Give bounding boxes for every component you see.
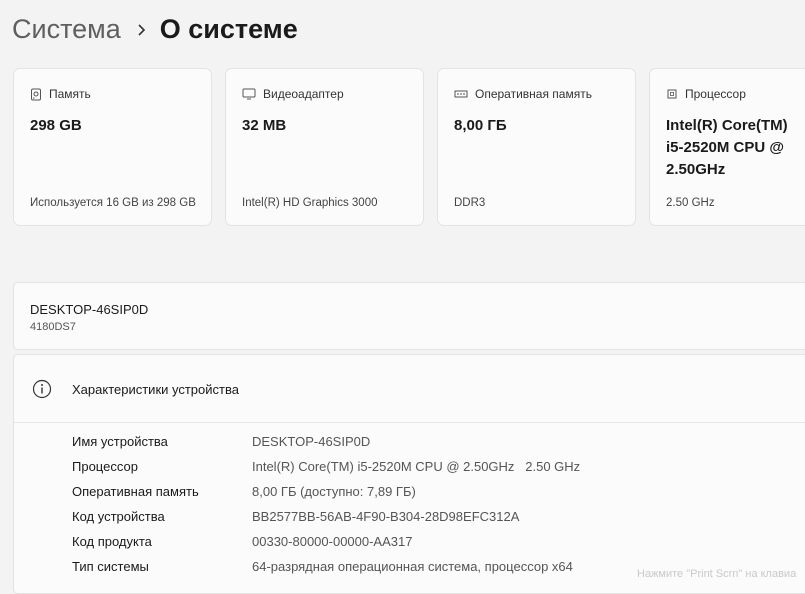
storage-card[interactable]: Память 298 GB Используется 16 GB из 298 …	[13, 68, 212, 226]
processor-card[interactable]: Процессор Intel(R) Core(TM) i5-2520M CPU…	[649, 68, 805, 226]
device-specifications-panel: Характеристики устройства Имя устройства…	[13, 354, 805, 594]
video-adapter-card-subtitle: Intel(R) HD Graphics 3000	[242, 197, 378, 209]
chevron-right-icon	[137, 23, 146, 37]
ram-card-subtitle: DDR3	[454, 197, 486, 209]
storage-icon	[31, 88, 41, 100]
breadcrumb-system-link[interactable]: Система	[12, 14, 121, 45]
spec-value[interactable]: BB2577BB-56AB-4F90-B304-28D98EFC312A	[252, 509, 519, 524]
spec-label: Код устройства	[72, 509, 165, 524]
monitor-icon	[242, 88, 256, 100]
storage-card-value: 298 GB	[30, 117, 82, 134]
ram-card-title: Оперативная память	[475, 87, 592, 101]
processor-card-subtitle: 2.50 GHz	[666, 197, 715, 209]
spec-label: Код продукта	[72, 534, 152, 549]
info-icon	[32, 379, 52, 399]
spec-label: Имя устройства	[72, 434, 168, 449]
device-specifications-header[interactable]: Характеристики устройства	[14, 355, 805, 423]
ram-icon	[454, 90, 468, 98]
processor-icon	[667, 89, 677, 99]
storage-card-subtitle: Используется 16 GB из 298 GB	[30, 197, 196, 209]
processor-card-title: Процессор	[685, 87, 746, 101]
device-name: DESKTOP-46SIP0D	[30, 302, 149, 317]
spec-label: Оперативная память	[72, 484, 199, 499]
ram-card[interactable]: Оперативная память 8,00 ГБ DDR3	[437, 68, 636, 226]
spec-label: Тип системы	[72, 559, 149, 574]
processor-card-value: Intel(R) Core(TM) i5-2520M CPU @ 2.50GHz	[666, 117, 788, 178]
device-model: 4180DS7	[30, 321, 76, 333]
spec-value[interactable]: 8,00 ГБ (доступно: 7,89 ГБ)	[252, 484, 416, 499]
page-title: О системе	[159, 14, 298, 44]
device-specifications-title: Характеристики устройства	[72, 382, 239, 397]
spec-value[interactable]: Intel(R) Core(TM) i5-2520M CPU @ 2.50GHz…	[252, 459, 580, 474]
spec-value[interactable]: DESKTOP-46SIP0D	[252, 434, 370, 449]
spec-label: Процессор	[72, 459, 138, 474]
spec-value[interactable]: 64-разрядная операционная система, проце…	[252, 559, 573, 574]
device-name-panel[interactable]: DESKTOP-46SIP0D 4180DS7	[13, 282, 805, 350]
storage-card-header: Память	[30, 87, 91, 101]
watermark-text: Нажмите "Print Scrn" на клавиа	[637, 568, 797, 580]
video-adapter-card[interactable]: Видеоадаптер 32 MB Intel(R) HD Graphics …	[225, 68, 424, 226]
video-adapter-card-value: 32 MB	[242, 117, 287, 134]
video-adapter-card-header: Видеоадаптер	[242, 87, 344, 101]
processor-card-header: Процессор	[666, 87, 746, 101]
ram-card-header: Оперативная память	[454, 87, 592, 101]
video-adapter-card-title: Видеоадаптер	[263, 87, 344, 101]
spec-value[interactable]: 00330-80000-00000-AA317	[252, 534, 412, 549]
storage-card-title: Память	[49, 87, 91, 101]
breadcrumb: Система О системе	[12, 14, 298, 45]
ram-card-value: 8,00 ГБ	[454, 117, 507, 134]
